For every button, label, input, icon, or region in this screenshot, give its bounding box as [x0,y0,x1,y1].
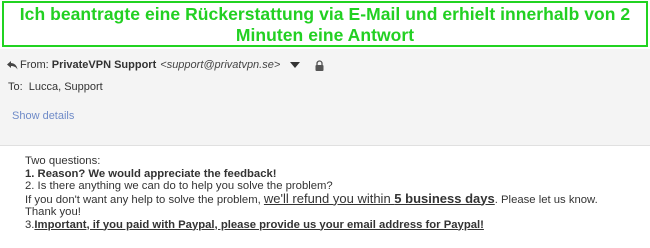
question-3-number: 3. [25,218,35,231]
refund-suffix: . Please let us know. [494,193,598,206]
to-label: To: [8,81,23,93]
from-label: From: [20,59,49,71]
chevron-down-icon[interactable] [290,62,301,68]
body-question-1: 1. Reason? We would appreciate the feedb… [25,167,277,180]
to-row: To: Lucca, Support [8,81,103,93]
caption-banner: Ich beantragte eine Rückerstattung via E… [2,1,648,47]
body-thanks: Thank you! [25,206,81,218]
body-refund-line: If you don't want any help to solve the … [25,190,645,207]
refund-text: we'll refund you within [263,190,395,206]
question-3-text: Important, if you paid with Paypal, plea… [34,218,484,231]
body-intro: Two questions: [25,155,101,167]
body-question-3: 3.Important, if you paid with Paypal, pl… [25,219,645,232]
sender-name[interactable]: PrivateVPN Support [52,59,157,71]
sender-email[interactable]: <support@privatvpn.se> [160,59,280,71]
from-row: From: PrivateVPN Support <support@privat… [6,58,324,72]
caption-line-1: Ich beantragte eine Rückerstattung via E… [19,4,631,24]
refund-prefix: If you don't want any help to solve the … [25,193,264,206]
lock-icon [315,59,324,71]
reply-icon[interactable] [6,60,18,70]
email-header: From: PrivateVPN Support <support@privat… [0,49,650,146]
caption-line-2: Minuten eine Antwort [235,25,415,45]
show-details-link[interactable]: Show details [12,110,74,122]
email-body: Two questions: 1. Reason? We would appre… [25,155,645,231]
recipients[interactable]: Lucca, Support [29,81,103,93]
refund-days: 5 business days [394,190,495,206]
